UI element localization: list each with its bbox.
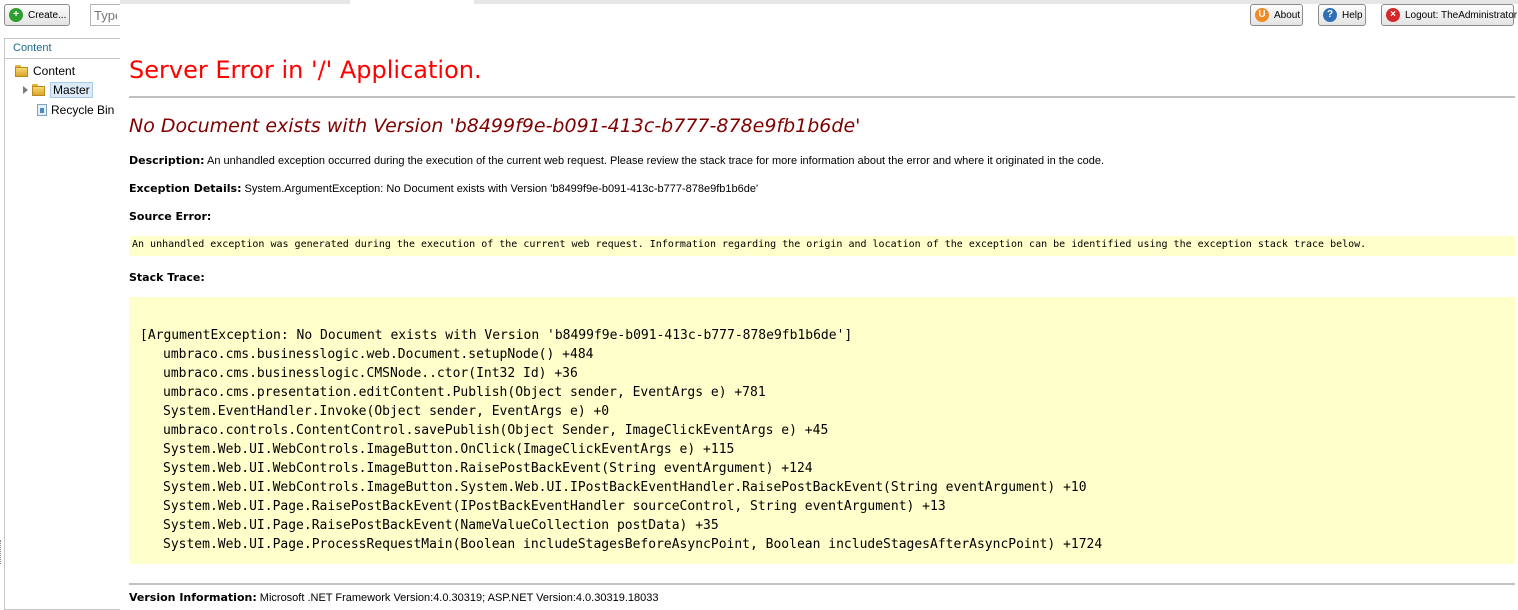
exception-text: System.ArgumentException: No Document ex… xyxy=(244,183,759,195)
tree-node-label: Recycle Bin xyxy=(51,103,115,117)
stack-trace-header: [ArgumentException: No Document exists w… xyxy=(140,328,853,343)
stack-trace-line: System.Web.UI.WebControls.ImageButton.Ra… xyxy=(163,461,813,476)
exception-details-line: Exception Details: System.ArgumentExcept… xyxy=(129,182,758,195)
error-page: Server Error in '/' Application. No Docu… xyxy=(129,0,1515,610)
expand-arrow-icon[interactable] xyxy=(23,86,28,94)
version-information-line: Version Information: Microsoft .NET Fram… xyxy=(129,591,658,604)
tab-content[interactable]: Content xyxy=(5,39,120,59)
error-subtitle: No Document exists with Version 'b8499f9… xyxy=(129,115,861,137)
stack-trace-line: System.Web.UI.WebControls.ImageButton.On… xyxy=(163,442,735,457)
version-text: Microsoft .NET Framework Version:4.0.303… xyxy=(259,592,659,604)
tree-node-label: Master xyxy=(50,82,93,98)
folder-icon xyxy=(15,64,29,78)
recycle-bin-icon xyxy=(37,104,47,116)
stack-trace-line: umbraco.cms.businesslogic.CMSNode..ctor(… xyxy=(163,366,578,381)
description-label: Description: xyxy=(129,154,205,167)
tree-node-content[interactable]: Content xyxy=(15,62,75,80)
stack-trace-line: System.Web.UI.WebControls.ImageButton.Sy… xyxy=(163,480,1087,495)
stack-trace-line: umbraco.cms.presentation.editContent.Pub… xyxy=(163,385,766,400)
tree-node-master[interactable]: Master xyxy=(23,81,93,99)
content-tree-panel: Content Content Master Recycle Bin xyxy=(4,38,120,610)
tree-node-label: Content xyxy=(33,64,76,78)
description-text: An unhandled exception occurred during t… xyxy=(207,155,1105,167)
create-button-label: Create... xyxy=(28,9,67,21)
create-button[interactable]: + Create... xyxy=(4,4,70,26)
stack-trace-line: System.EventHandler.Invoke(Object sender… xyxy=(163,404,610,419)
tree-node-recycle-bin[interactable]: Recycle Bin xyxy=(35,101,114,119)
stack-trace-line: umbraco.cms.businesslogic.web.Document.s… xyxy=(163,347,594,362)
source-error-box: An unhandled exception was generated dur… xyxy=(129,236,1515,256)
stack-trace-label: Stack Trace: xyxy=(129,271,205,284)
exception-label: Exception Details: xyxy=(129,182,242,195)
search-input[interactable] xyxy=(90,4,120,26)
plus-circle-icon: + xyxy=(9,8,23,22)
stack-trace-line: System.Web.UI.Page.RaisePostBackEvent(IP… xyxy=(163,499,946,514)
stack-trace-line: umbraco.controls.ContentControl.savePubl… xyxy=(163,423,829,438)
folder-icon xyxy=(32,83,46,97)
divider xyxy=(129,96,1515,98)
version-label: Version Information: xyxy=(129,591,257,604)
stack-trace-line: System.Web.UI.Page.ProcessRequestMain(Bo… xyxy=(163,537,1103,552)
divider xyxy=(129,583,1515,585)
stack-trace-box: [ArgumentException: No Document exists w… xyxy=(129,297,1515,564)
description-line: Description: An unhandled exception occu… xyxy=(129,154,1104,167)
stack-trace-line: System.Web.UI.Page.RaisePostBackEvent(Na… xyxy=(163,518,719,533)
source-error-label: Source Error: xyxy=(129,210,212,223)
page-title: Server Error in '/' Application. xyxy=(129,56,482,84)
splitter-handle[interactable] xyxy=(0,540,3,564)
